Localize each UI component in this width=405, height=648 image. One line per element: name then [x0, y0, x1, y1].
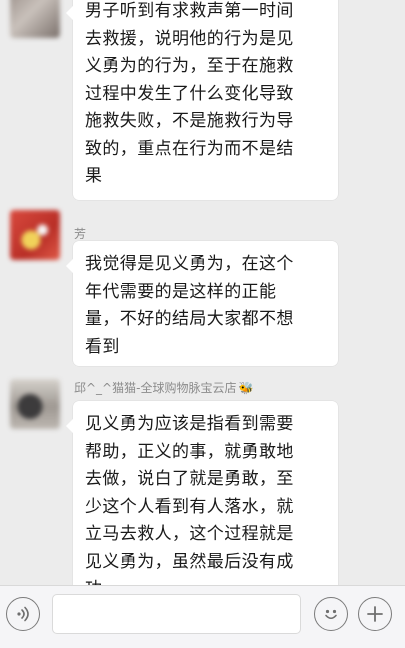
voice-icon [17, 606, 29, 622]
emoji-icon [325, 609, 337, 620]
avatar[interactable] [10, 379, 60, 429]
message-text: 见义勇为应该是指看到需要 帮助，正义的事，就勇敢地 去做，说白了就是勇敢，至 少… [85, 414, 294, 585]
message-bubble[interactable]: 见义勇为应该是指看到需要 帮助，正义的事，就勇敢地 去做，说白了就是勇敢，至 少… [66, 401, 338, 585]
message-text: 男子听到有求救声第一时间 去救援，说明他的行为是见 义勇为的行为，至于在施救 过… [85, 1, 294, 186]
message-bubble[interactable]: 我觉得是见义勇为，在这个 年代需要的是这样的正能 量，不好的结局大家都不想 看到 [66, 241, 338, 366]
message-input[interactable] [52, 594, 301, 634]
chat-area[interactable]: 男子听到有求救声第一时间 去救援，说明他的行为是见 义勇为的行为，至于在施救 过… [0, 0, 405, 585]
avatar[interactable] [10, 0, 60, 38]
bubble-tail [66, 419, 73, 433]
message-text: 我觉得是见义勇为，在这个 年代需要的是这样的正能 量，不好的结局大家都不想 看到 [85, 254, 294, 357]
emoji-button[interactable] [314, 597, 348, 631]
plus-icon [367, 606, 383, 622]
bubble-tail [66, 6, 73, 20]
more-button[interactable] [358, 597, 392, 631]
voice-button[interactable] [6, 597, 40, 631]
sender-name: 芳 [74, 227, 87, 241]
bubble-tail [66, 259, 73, 273]
input-bar [0, 585, 405, 648]
bee-icon: 🐝 [238, 381, 254, 395]
message-bubble[interactable]: 男子听到有求救声第一时间 去救援，说明他的行为是见 义勇为的行为，至于在施救 过… [66, 0, 338, 200]
sender-name: 邱^_^猫猫-全球购物脉宝云店 🐝 [74, 379, 253, 396]
sender-name-text: 邱^_^猫猫-全球购物脉宝云店 [74, 381, 237, 395]
avatar[interactable] [10, 210, 60, 260]
